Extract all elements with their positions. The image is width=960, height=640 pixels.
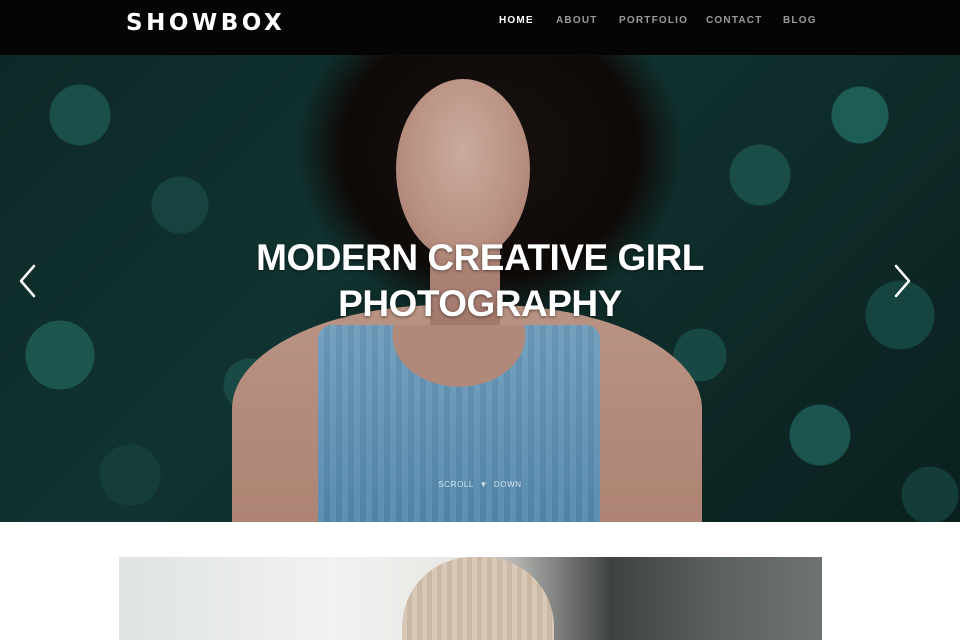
hero-slider: MODERN CREATIVE GIRL PHOTOGRAPHY SCROLL … <box>0 55 960 522</box>
featured-image[interactable] <box>119 557 822 640</box>
nav-item-about[interactable]: ABOUT <box>556 14 598 28</box>
chevron-left-icon <box>19 264 36 298</box>
nav-item-portfolio[interactable]: PORTFOLIO <box>619 14 688 28</box>
featured-image-beanie <box>402 557 554 640</box>
hero-title-line1: MODERN CREATIVE GIRL <box>256 237 704 278</box>
scroll-down-link[interactable]: SCROLL ▼ DOWN <box>400 480 560 490</box>
slider-prev-button[interactable] <box>18 263 38 299</box>
scroll-down-label-left: SCROLL <box>438 480 474 489</box>
hero-title: MODERN CREATIVE GIRL PHOTOGRAPHY <box>180 235 780 327</box>
scroll-down-label-right: DOWN <box>493 480 522 489</box>
nav-item-home[interactable]: HOME <box>499 14 534 28</box>
main-nav: HOME ABOUT PORTFOLIO CONTACT BLOG <box>0 14 960 28</box>
arrow-down-icon: ▼ <box>479 480 489 489</box>
nav-item-blog[interactable]: BLOG <box>783 14 817 28</box>
slider-next-button[interactable] <box>892 263 912 299</box>
nav-item-contact[interactable]: CONTACT <box>706 14 763 28</box>
top-navbar: SHOWBOX HOME ABOUT PORTFOLIO CONTACT BLO… <box>0 0 960 55</box>
chevron-right-icon <box>894 264 911 298</box>
hero-title-line2: PHOTOGRAPHY <box>338 283 622 324</box>
